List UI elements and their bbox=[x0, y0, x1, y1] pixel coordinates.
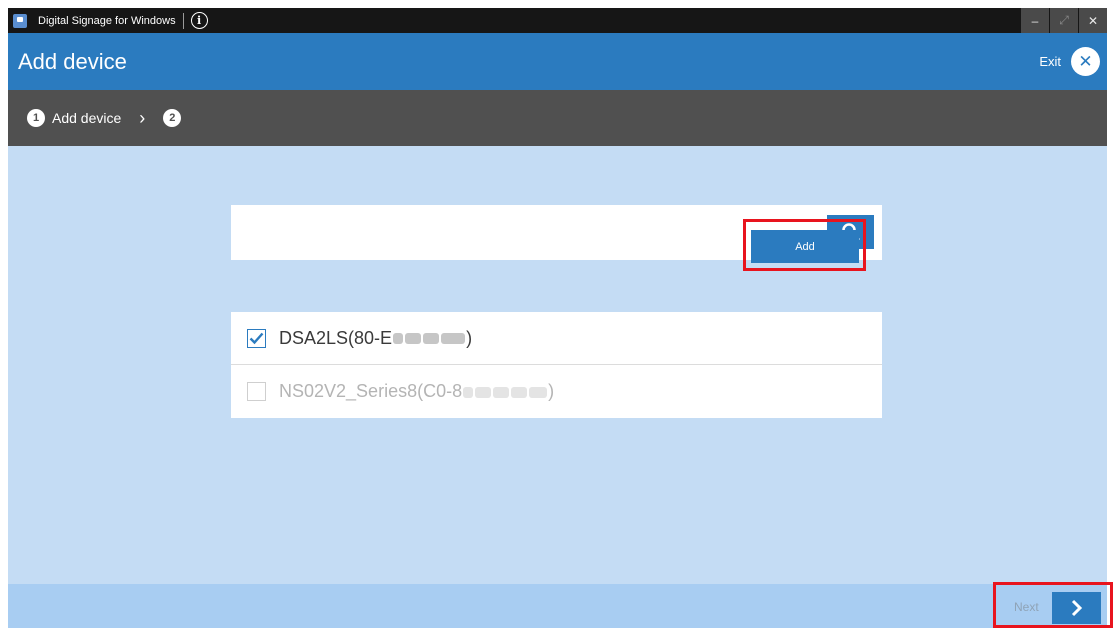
next-label[interactable]: Next bbox=[1014, 600, 1039, 614]
list-item[interactable]: NS02V2_Series8(C0-8) bbox=[231, 365, 882, 418]
step-1-label: Add device bbox=[52, 110, 122, 126]
device-name: DSA2LS(80-E) bbox=[279, 328, 472, 349]
info-icon[interactable]: i bbox=[190, 12, 208, 29]
app-title: Digital Signage for Windows bbox=[38, 14, 176, 27]
title-bar: Digital Signage for Windows i – ⤢ ✕ bbox=[8, 8, 1107, 33]
redacted-mac bbox=[529, 386, 548, 398]
device-name-prefix: NS02V2_Series8(C0-8 bbox=[279, 381, 463, 401]
redacted-mac bbox=[511, 386, 528, 398]
page-header: Add device Exit ✕ bbox=[8, 33, 1107, 90]
add-button[interactable]: Add bbox=[751, 230, 859, 263]
list-item[interactable]: DSA2LS(80-E) bbox=[231, 312, 882, 365]
exit-button[interactable]: Exit ✕ bbox=[1039, 47, 1100, 76]
device-name-suffix: ) bbox=[466, 327, 473, 348]
window-controls: – ⤢ ✕ bbox=[1020, 8, 1107, 33]
maximize-button[interactable]: ⤢ bbox=[1049, 8, 1078, 33]
chevron-right-icon: › bbox=[139, 107, 146, 128]
footer-bar bbox=[8, 584, 1107, 628]
device-name-prefix: DSA2LS(80-E bbox=[279, 327, 393, 348]
redacted-mac bbox=[475, 386, 492, 398]
step-2-number: 2 bbox=[163, 109, 182, 127]
redacted-mac bbox=[423, 333, 440, 345]
device-checkbox-checked[interactable] bbox=[247, 328, 266, 348]
close-window-button[interactable]: ✕ bbox=[1078, 8, 1107, 33]
redacted-mac bbox=[405, 333, 422, 345]
redacted-mac bbox=[441, 333, 466, 345]
steps-bar: 1 Add device › 2 bbox=[8, 90, 1107, 146]
main-content: DSA2LS(80-E) NS02V2_Series8(C0-8) bbox=[8, 146, 1107, 584]
device-name-suffix: ) bbox=[548, 381, 555, 401]
device-name: NS02V2_Series8(C0-8) bbox=[279, 381, 554, 402]
redacted-mac bbox=[393, 333, 404, 345]
check-icon bbox=[249, 332, 264, 344]
exit-label[interactable]: Exit bbox=[1039, 54, 1061, 69]
step-1-number: 1 bbox=[27, 109, 45, 127]
chevron-right-icon bbox=[1071, 599, 1082, 617]
redacted-mac bbox=[493, 386, 510, 398]
next-button[interactable] bbox=[1052, 592, 1101, 624]
redacted-mac bbox=[463, 386, 474, 398]
device-checkbox-unchecked[interactable] bbox=[247, 382, 266, 401]
minimize-button[interactable]: – bbox=[1020, 8, 1049, 33]
device-list: DSA2LS(80-E) NS02V2_Series8(C0-8) bbox=[231, 312, 882, 418]
title-separator bbox=[182, 12, 184, 29]
page-title: Add device bbox=[18, 48, 127, 74]
app-icon bbox=[13, 13, 27, 28]
close-circle-icon[interactable]: ✕ bbox=[1071, 47, 1100, 76]
